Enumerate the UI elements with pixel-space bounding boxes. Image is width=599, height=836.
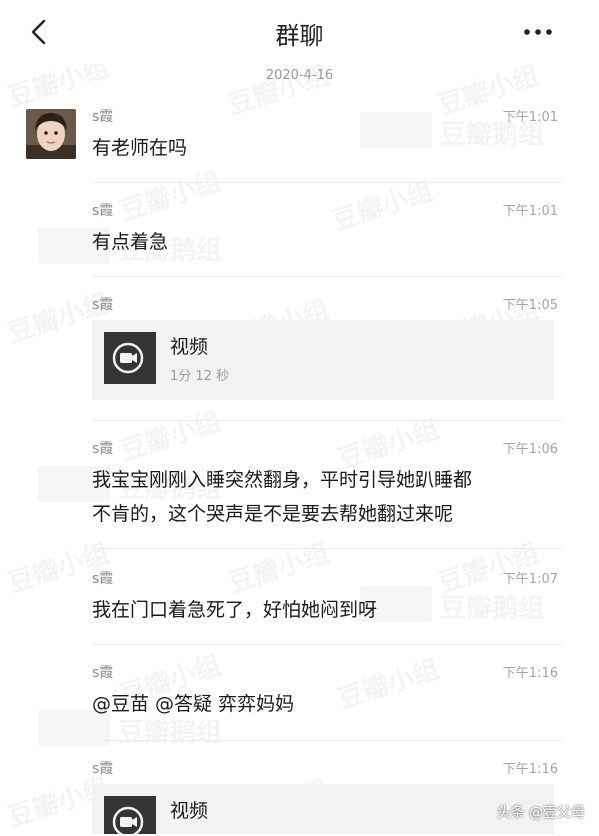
video-card[interactable]: 视频 1分 12 秒 [92,320,554,400]
video-camera-icon [104,332,156,384]
message-text: @豆苗 @答疑 弈弈妈妈 [92,693,295,715]
message-text-line: 我宝宝刚刚入睡突然翻身，平时引导她趴睡都 [92,469,473,491]
sender-name: s霞 [92,109,114,125]
chat-message: s霞 下午1:05 视频 1分 12 秒 [92,294,562,404]
chat-message: s霞 下午1:01 有老师在吗 [92,106,562,178]
chat-message: s霞 下午1:06 我宝宝刚刚入睡突然翻身，平时引导她趴睡都 不肯的，这个哭声是… [92,438,562,538]
chat-title: 群聊 [275,22,324,50]
video-card[interactable]: 视频 [92,784,554,834]
sender-name: s霞 [92,571,114,587]
message-time: 下午1:01 [502,204,558,219]
message-divider [92,182,562,183]
message-divider [92,644,562,645]
video-duration: 1分 12 秒 [170,369,230,384]
source-watermark: 头条 @壹父母 [496,805,585,821]
message-time: 下午1:05 [502,298,558,313]
chat-message: s霞 下午1:01 有点着急 [92,200,562,272]
message-divider [92,276,562,277]
video-thumbnail [104,796,156,834]
video-camera-icon [104,796,156,834]
message-divider [92,740,562,741]
video-title: 视频 [170,336,209,358]
chat-header: 群聊 [0,0,599,64]
video-title: 视频 [170,800,209,822]
avatar[interactable] [26,109,76,159]
sender-name: s霞 [92,441,114,457]
more-options-icon[interactable] [523,28,553,36]
chat-message: s霞 下午1:16 视频 [92,758,562,834]
message-time: 下午1:01 [502,110,558,125]
message-time: 下午1:16 [502,666,558,681]
sender-name: s霞 [92,297,114,313]
message-time: 下午1:06 [502,442,558,457]
message-time: 下午1:16 [502,762,558,777]
message-divider [92,548,562,549]
sender-name: s霞 [92,665,114,681]
message-divider [92,420,562,421]
message-time: 下午1:07 [502,572,558,587]
avatar-image [26,109,76,159]
sender-name: s霞 [92,203,114,219]
chat-message: s霞 下午1:07 我在门口着急死了，好怕她闷到呀 [92,568,562,640]
date-divider: 2020-4-16 [265,68,334,83]
message-text-line: 不肯的，这个哭声是不是要去帮她翻过来呢 [92,503,454,525]
video-thumbnail [104,332,156,384]
message-text: 我在门口着急死了，好怕她闷到呀 [92,599,378,621]
sender-name: s霞 [92,761,114,777]
chat-message: s霞 下午1:16 @豆苗 @答疑 弈弈妈妈 [92,662,562,734]
message-text: 有老师在吗 [92,137,188,159]
message-text: 有点着急 [92,231,169,253]
